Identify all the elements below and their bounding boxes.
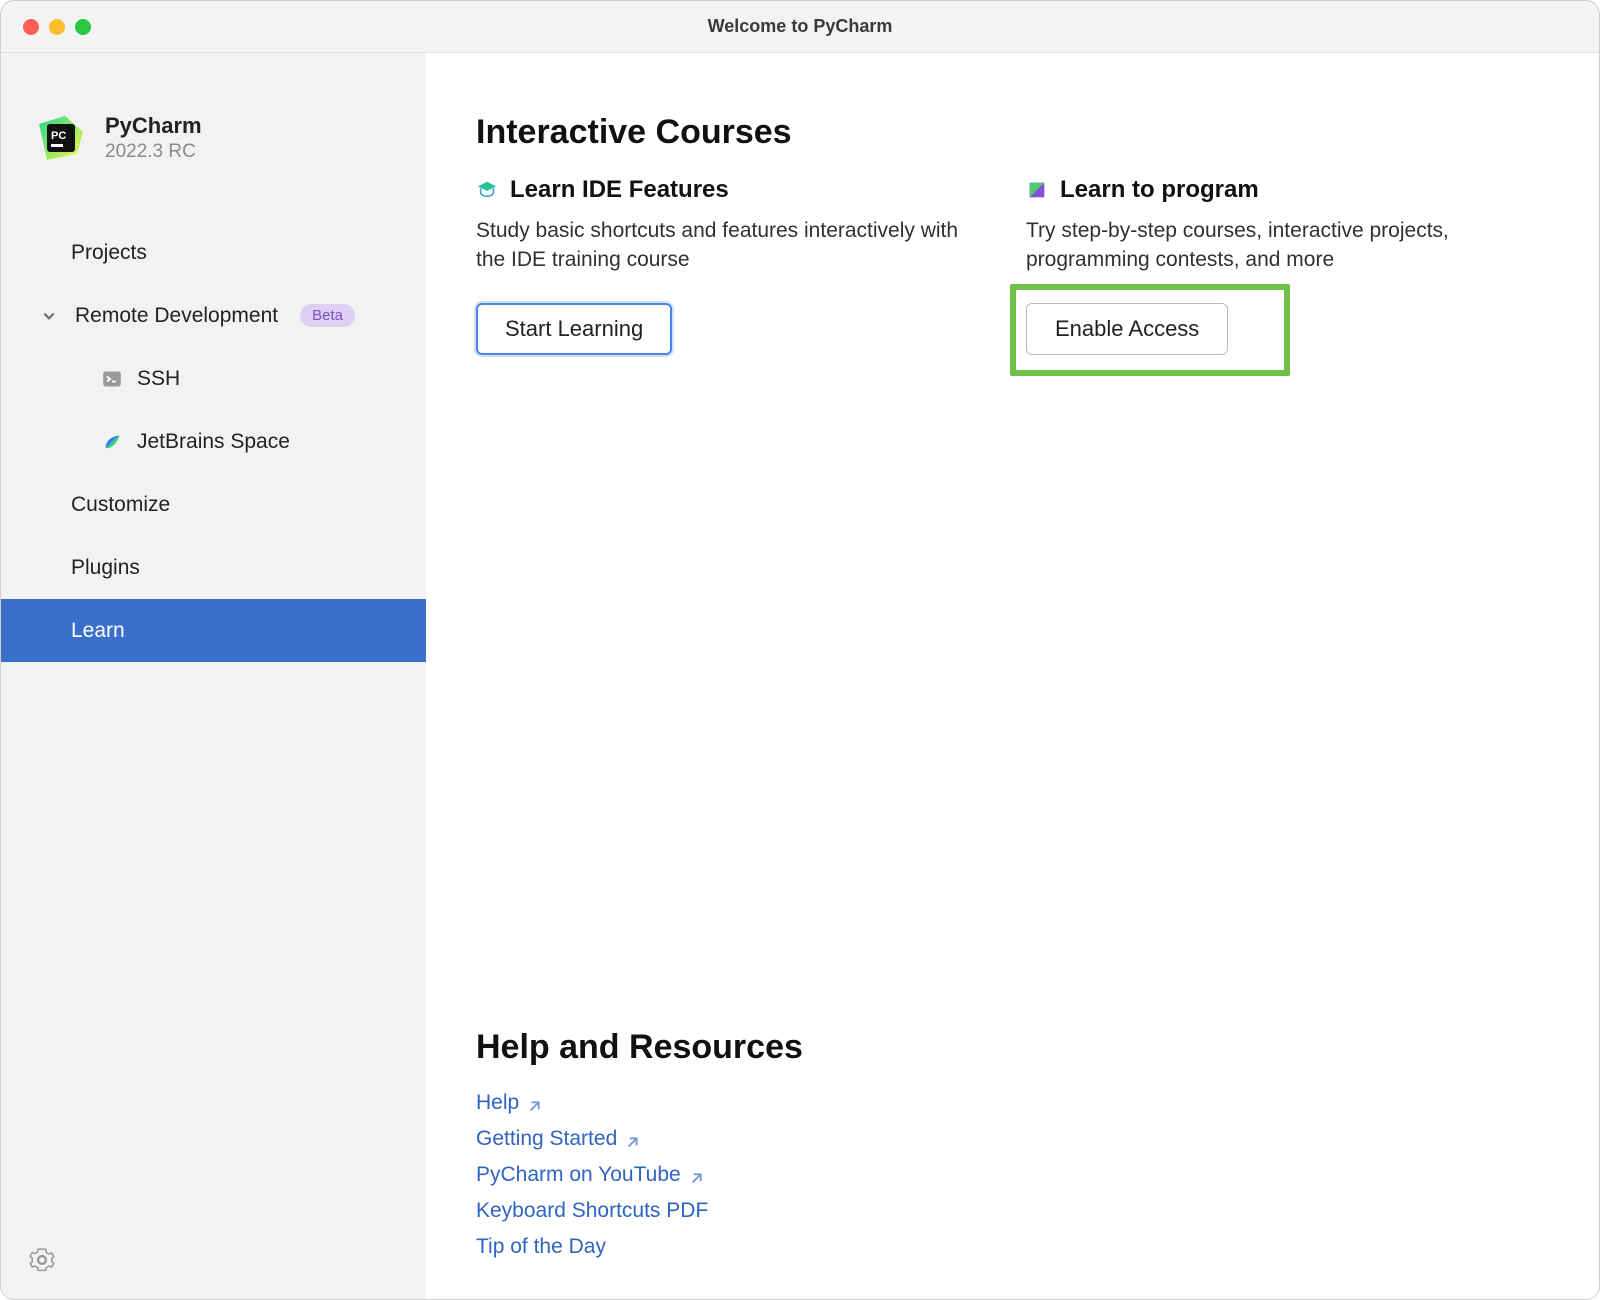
help-and-resources: Help and Resources Help Getting Started … [476,1028,1549,1259]
sidebar-item-jetbrains-space[interactable]: JetBrains Space [1,410,426,473]
sidebar-item-learn[interactable]: Learn [1,599,426,662]
card-description: Try step-by-step courses, interactive pr… [1026,216,1516,275]
enable-access-button[interactable]: Enable Access [1026,303,1228,355]
window-title: Welcome to PyCharm [1,16,1599,37]
help-link-label: Help [476,1091,519,1115]
titlebar: Welcome to PyCharm [1,1,1599,53]
help-link-help[interactable]: Help [476,1091,1549,1115]
sidebar-item-remote-development[interactable]: Remote Development Beta [1,284,426,347]
card-description: Study basic shortcuts and features inter… [476,216,966,275]
welcome-window: Welcome to PyCharm PC [0,0,1600,1300]
app-name: PyCharm [105,113,202,139]
help-link-label: Getting Started [476,1127,617,1151]
external-link-icon [689,1168,703,1182]
jetbrains-space-icon [101,431,123,453]
start-learning-button[interactable]: Start Learning [476,303,672,355]
sidebar-item-plugins[interactable]: Plugins [1,536,426,599]
sidebar-item-label: SSH [137,367,180,391]
card-title: Learn IDE Features [510,176,729,204]
sidebar-item-label: JetBrains Space [137,430,290,454]
card-learn-ide: Learn IDE Features Study basic shortcuts… [476,176,966,355]
main-content: Interactive Courses Learn IDE Features S… [426,53,1599,1299]
help-link-label: Tip of the Day [476,1235,606,1259]
help-link-label: PyCharm on YouTube [476,1163,681,1187]
external-link-icon [625,1132,639,1146]
app-identity: PC PyCharm 2022.3 RC [1,53,426,191]
help-links-list: Help Getting Started PyCharm on YouTube … [476,1091,1549,1259]
pycharm-logo-icon: PC [37,114,85,162]
ssh-terminal-icon [101,368,123,390]
sidebar-item-projects[interactable]: Projects [1,221,426,284]
svg-text:PC: PC [51,130,66,142]
card-learn-to-program: Learn to program Try step-by-step course… [1026,176,1516,355]
card-title: Learn to program [1060,176,1259,204]
academy-flag-icon [1026,179,1048,201]
beta-badge: Beta [300,304,355,327]
course-cards: Learn IDE Features Study basic shortcuts… [476,176,1549,355]
external-link-icon [527,1096,541,1110]
chevron-down-icon [41,308,57,324]
interactive-courses-heading: Interactive Courses [476,113,1549,152]
help-resources-heading: Help and Resources [476,1028,1549,1067]
help-link-getting-started[interactable]: Getting Started [476,1127,1549,1151]
sidebar-item-label: Plugins [71,556,140,580]
sidebar-item-label: Projects [71,241,147,265]
sidebar-item-label: Remote Development [75,304,278,328]
sidebar-item-customize[interactable]: Customize [1,473,426,536]
help-link-tip-of-the-day[interactable]: Tip of the Day [476,1235,1549,1259]
settings-gear-button[interactable] [29,1247,57,1275]
app-version: 2022.3 RC [105,141,202,163]
sidebar-item-label: Learn [71,619,125,643]
sidebar-item-label: Customize [71,493,170,517]
help-link-label: Keyboard Shortcuts PDF [476,1199,708,1223]
sidebar: PC PyCharm 2022.3 RC Projects Re [1,53,426,1299]
help-link-shortcuts-pdf[interactable]: Keyboard Shortcuts PDF [476,1199,1549,1223]
graduation-cap-icon [476,179,498,201]
help-link-youtube[interactable]: PyCharm on YouTube [476,1163,1549,1187]
sidebar-item-ssh[interactable]: SSH [1,347,426,410]
sidebar-nav: Projects Remote Development Beta SSH [1,221,426,662]
